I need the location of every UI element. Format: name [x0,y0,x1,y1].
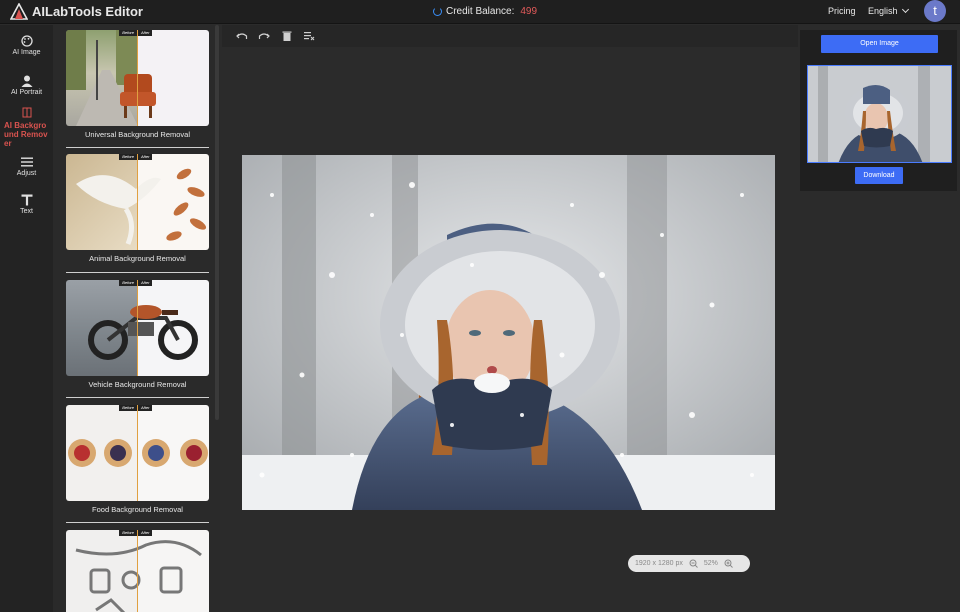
panel-scrollbar[interactable] [215,25,219,420]
zoom-out-icon[interactable] [689,559,698,568]
person-icon [21,75,32,87]
zoom-control: 1920 x 1280 px 52% [628,555,750,572]
pricing-link[interactable]: Pricing [828,6,856,16]
compare-divider [137,154,138,250]
divider [66,147,209,148]
credit-balance: Credit Balance: 499 [433,6,537,17]
rail-item-ai-image[interactable]: AI Image [0,35,53,56]
after-tag: After [138,280,153,286]
app-title: AILabTools Editor [32,4,143,19]
after-tag: After [138,530,153,536]
template-thumbnail: Before After [66,530,209,612]
compare-divider [137,530,138,612]
chevron-down-icon [901,5,909,14]
template-thumbnail: Before After [66,154,209,250]
template-label: Food Background Removal [92,505,183,514]
before-tag: Before [119,30,137,36]
template-panel: Before After Universal Background Remova… [53,25,220,612]
template-thumbnail: Before After [66,280,209,376]
credit-label: Credit Balance: [446,6,515,17]
rail-label: Adjust [16,170,37,177]
rail-label: AI Portrait [10,89,43,96]
before-tag: Before [119,530,137,536]
before-tag: Before [119,405,137,411]
divider [66,272,209,273]
zoom-level: 52% [703,560,718,567]
template-card-vehicle[interactable]: Before After Vehicle Background Removal [66,280,209,389]
refresh-icon[interactable] [433,7,442,16]
avatar[interactable]: t [924,0,946,22]
rail-label: Text [20,208,33,215]
canvas-image[interactable] [242,155,775,510]
menu-lines-icon [20,157,33,167]
after-tag: After [138,30,153,36]
rail-item-text[interactable]: Text [0,194,53,215]
top-bar: AILabTools Editor Credit Balance: 499 Pr… [0,0,960,24]
image-preview[interactable] [807,65,952,163]
template-thumbnail: Before After [66,405,209,501]
rail-item-ai-background-remover[interactable]: AI Backgro und Remov er [0,107,53,148]
palette-icon [20,35,33,47]
image-dimensions: 1920 x 1280 px [635,560,683,567]
template-card-jewelry[interactable]: Before After [66,530,209,612]
language-select[interactable]: English [868,5,909,16]
compare-divider [137,30,138,126]
zoom-in-icon[interactable] [724,559,733,568]
compare-divider [137,405,138,501]
template-label: Animal Background Removal [89,254,186,263]
rail-item-adjust[interactable]: Adjust [0,156,53,177]
undo-icon[interactable] [236,30,248,42]
before-tag: Before [119,280,137,286]
rail-label: AI Image [12,49,41,56]
template-card-universal[interactable]: Before After Universal Background Remova… [66,30,209,139]
template-thumbnail: Before After [66,30,209,126]
language-label: English [868,6,898,16]
template-card-food[interactable]: Before After Food Background Removal [66,405,209,514]
template-label: Vehicle Background Removal [88,380,187,389]
edit-toolbar [222,25,798,47]
divider [66,522,209,523]
right-panel: Open Image Download [800,30,957,191]
template-label: Universal Background Removal [84,130,191,139]
template-card-animal[interactable]: Before After Animal Background Removal [66,154,209,263]
open-image-button[interactable]: Open Image [821,35,938,53]
credit-value: 499 [520,6,538,17]
text-icon [21,194,32,206]
download-button[interactable]: Download [855,167,903,184]
redo-icon[interactable] [258,30,270,42]
background-remover-icon [22,107,32,118]
tool-rail: AI Image AI Portrait AI Backgro und Remo… [0,25,53,612]
after-tag: After [138,154,153,160]
delete-icon[interactable] [281,30,293,42]
before-tag: Before [119,154,137,160]
rail-label: AI Backgro und Remov er [4,121,48,148]
logo-icon[interactable] [10,3,28,20]
clear-all-icon[interactable] [303,30,315,42]
rail-item-ai-portrait[interactable]: AI Portrait [0,75,53,96]
divider [66,397,209,398]
compare-divider [137,280,138,376]
after-tag: After [138,405,153,411]
